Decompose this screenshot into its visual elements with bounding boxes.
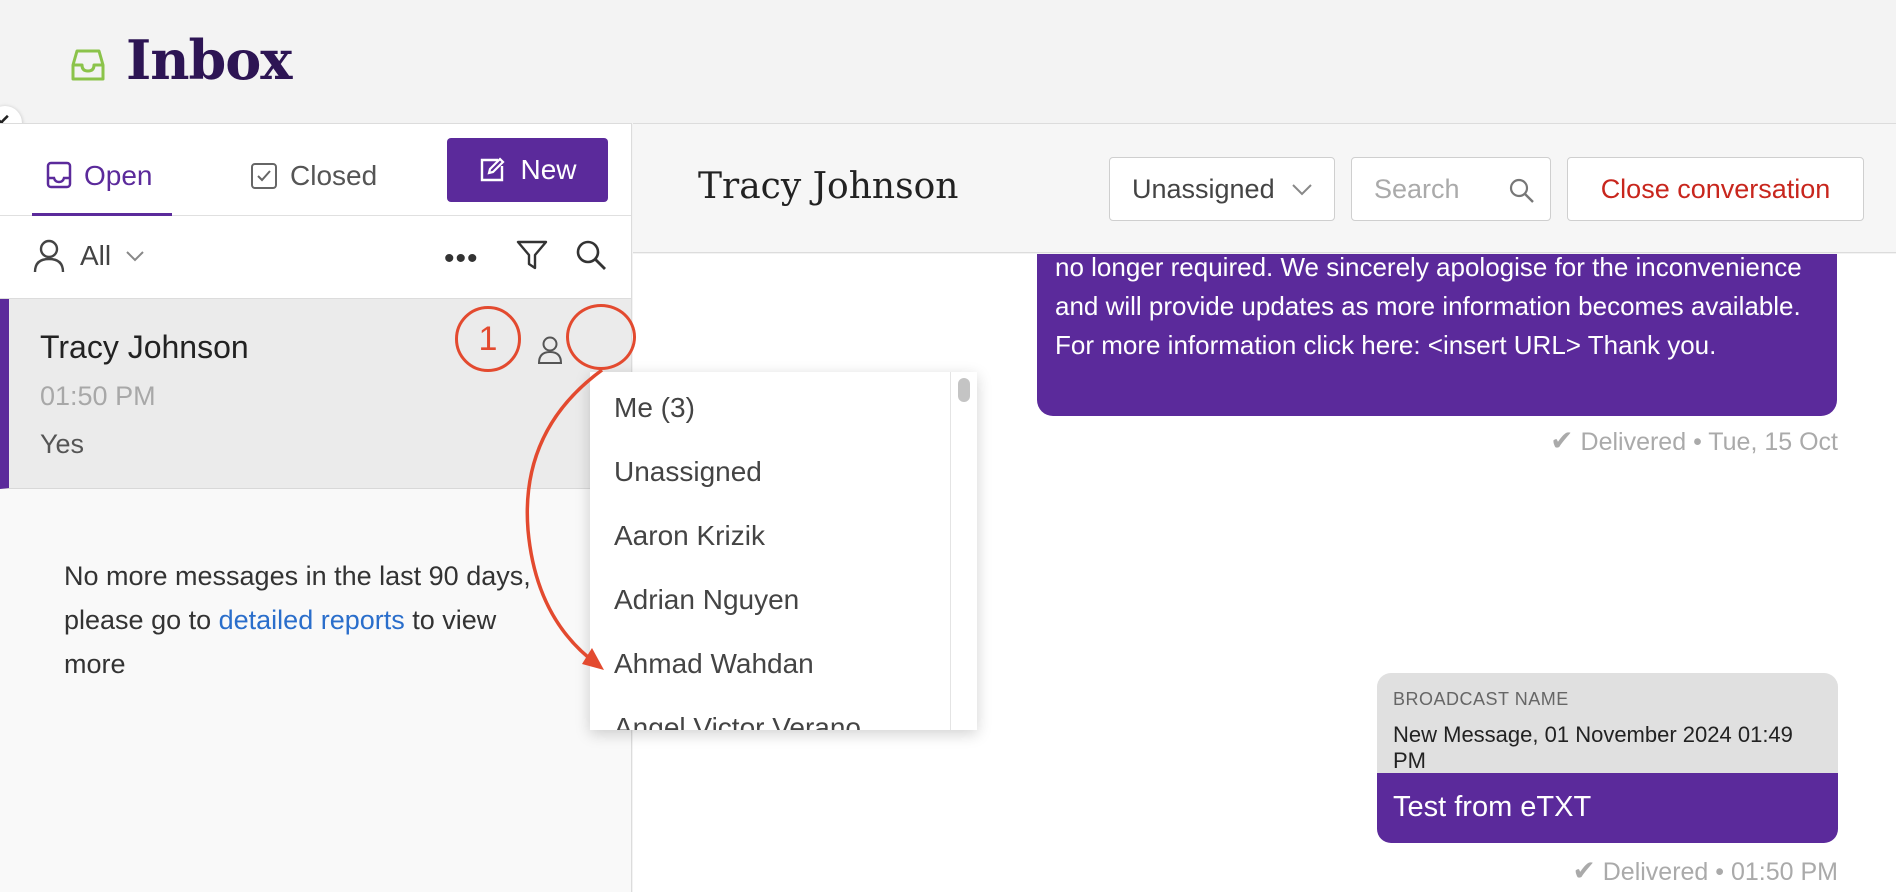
tab-open-label: Open (84, 160, 153, 191)
new-conversation-button[interactable]: New (447, 138, 608, 202)
tab-closed[interactable]: Closed (250, 160, 377, 216)
more-options-icon[interactable]: ••• (444, 242, 479, 276)
dropdown-item[interactable]: Ahmad Wahdan (614, 648, 814, 680)
chevron-down-icon (126, 251, 144, 262)
compose-icon (481, 157, 506, 182)
no-more-messages-note: No more messages in the last 90 days, pl… (64, 554, 544, 686)
detailed-reports-link[interactable]: detailed reports (219, 605, 405, 635)
assignee-filter[interactable]: All (32, 238, 145, 274)
dropdown-item[interactable]: Unassigned (614, 456, 762, 488)
dropdown-item[interactable]: Adrian Nguyen (614, 584, 799, 616)
close-conversation-button[interactable]: Close conversation (1567, 157, 1864, 221)
page-title: Inbox (126, 28, 292, 92)
filter-all-label: All (80, 240, 112, 271)
broadcast-name: New Message, 01 November 2024 01:49 PM (1393, 722, 1793, 773)
tab-bar: Open Closed New (0, 124, 631, 216)
dropdown-item[interactable]: Aaron Krizik (614, 520, 765, 552)
tab-closed-label: Closed (290, 160, 378, 191)
search-icon[interactable] (574, 238, 608, 272)
assignee-select-value: Unassigned (1132, 173, 1275, 204)
new-button-label: New (520, 154, 577, 185)
checklist-icon (251, 163, 277, 189)
message-status-text: Delivered • 01:50 PM (1602, 858, 1838, 886)
conversation-name: Tracy Johnson (40, 329, 249, 365)
search-placeholder: Search (1374, 174, 1460, 204)
outgoing-message-bubble: no longer required. We sincerely apologi… (1037, 254, 1837, 416)
tab-open[interactable]: Open (32, 160, 172, 216)
check-icon: ✔ (1550, 425, 1574, 456)
assignee-select[interactable]: Unassigned (1109, 157, 1335, 221)
search-icon (1509, 178, 1534, 203)
dropdown-item[interactable]: Me (3) (614, 392, 695, 424)
filter-funnel-icon[interactable] (515, 238, 549, 272)
conversation-time: 01:50 PM (40, 381, 156, 411)
dropdown-scrollbar-thumb[interactable] (958, 378, 970, 402)
broadcast-message-bubble: Test from eTXT (1377, 773, 1838, 843)
inbox-tray-icon (46, 161, 72, 189)
top-bar: Inbox (0, 0, 1896, 123)
message-status-text: Delivered • Tue, 15 Oct (1580, 428, 1838, 456)
conversation-header: Tracy Johnson Unassigned Search Close co… (633, 123, 1896, 253)
filter-row: All ••• (0, 216, 631, 299)
check-icon: ✔ (1572, 855, 1596, 886)
conversation-title: Tracy Johnson (698, 166, 959, 207)
message-status: ✔ Delivered • 01:50 PM (1333, 854, 1838, 887)
person-icon (33, 239, 65, 273)
assignee-dropdown: Me (3) Unassigned Aaron Krizik Adrian Ng… (590, 372, 977, 730)
dropdown-item[interactable]: Angel Victor Verano (614, 712, 861, 730)
conversation-search-input[interactable]: Search (1351, 157, 1551, 221)
conversation-preview: Yes (40, 429, 85, 459)
broadcast-header: BROADCAST NAME New Message, 01 November … (1377, 673, 1838, 773)
chevron-down-icon (1291, 184, 1312, 196)
broadcast-label: BROADCAST NAME (1393, 689, 1569, 709)
annotation-arrow-icon (525, 368, 604, 670)
message-status: ✔ Delivered • Tue, 15 Oct (1333, 424, 1838, 457)
inbox-icon (71, 49, 105, 81)
dropdown-scrollbar[interactable] (950, 372, 977, 730)
